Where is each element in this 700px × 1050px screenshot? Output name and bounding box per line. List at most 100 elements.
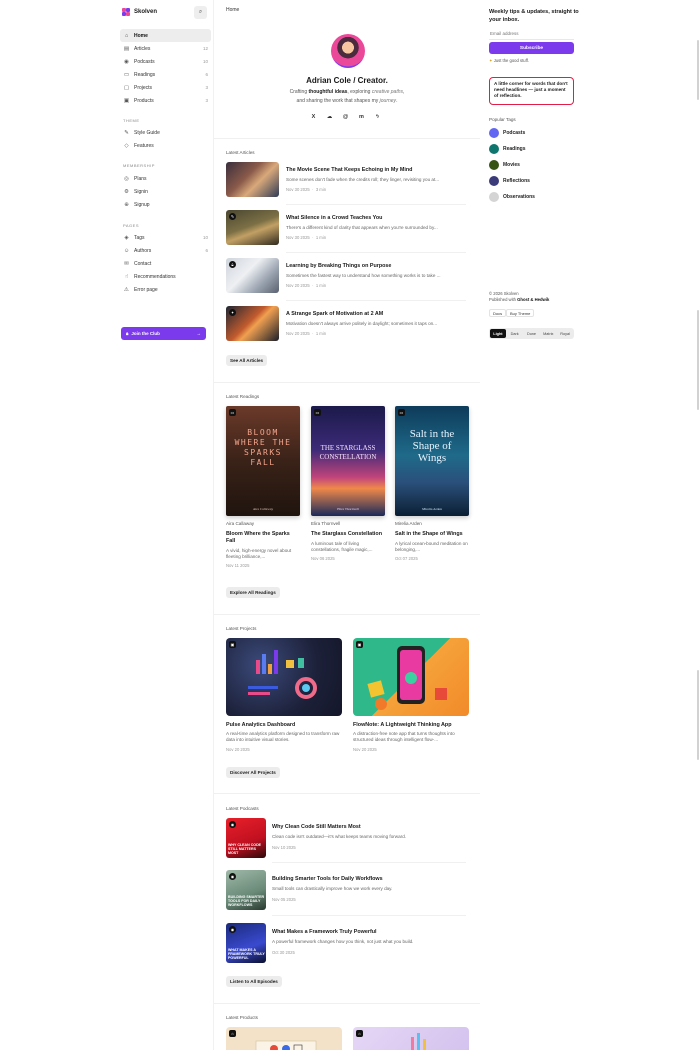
mastodon-icon[interactable]: m bbox=[358, 113, 365, 120]
reading-date: Nov 11 2025 bbox=[226, 563, 250, 568]
article-item[interactable]: ✦ A Strange Spark of Motivation at 2 AM … bbox=[226, 306, 466, 344]
listen-all-episodes-button[interactable]: Listen to All Episodes bbox=[226, 976, 282, 987]
breadcrumb[interactable]: Home bbox=[226, 7, 239, 13]
see-all-articles-button[interactable]: See All Articles bbox=[226, 355, 268, 366]
scrollbar-thumb[interactable] bbox=[697, 310, 699, 410]
sidebar-item-label: Podcasts bbox=[134, 58, 155, 65]
explore-readings-button[interactable]: Explore All Readings bbox=[226, 587, 280, 598]
hero-tagline-2: and sharing the work that shapes my jour… bbox=[296, 98, 398, 104]
signin-icon: ⚙ bbox=[124, 188, 129, 195]
tag-link[interactable]: Podcasts bbox=[489, 128, 525, 138]
theme-option-matrix[interactable]: Matrix bbox=[540, 329, 556, 338]
microphone-icon: ◉ bbox=[124, 58, 129, 65]
divider bbox=[214, 793, 480, 794]
article-excerpt: Sometimes the fastest way to understand … bbox=[286, 273, 441, 278]
article-title: The Movie Scene That Keeps Echoing in My… bbox=[286, 167, 413, 173]
buy-theme-link[interactable]: Buy Theme bbox=[506, 309, 535, 317]
reading-card[interactable]: ▭ BLOOM WHERE THE SPARKS FALL Aira Calla… bbox=[226, 406, 300, 568]
sidebar-item-projects[interactable]: ▢ Projects 3 bbox=[120, 81, 211, 94]
scrollbar-thumb[interactable] bbox=[697, 40, 699, 100]
sparkle-icon: ✦ bbox=[229, 309, 236, 316]
brush-icon: ✎ bbox=[124, 129, 129, 136]
sidebar-item-tags[interactable]: ◈ Tags 10 bbox=[120, 231, 211, 244]
lock-icon: 🔒︎ bbox=[126, 331, 129, 336]
sidebar-item-label: Signin bbox=[134, 188, 148, 195]
sidebar-item-recommendations[interactable]: ☝ Recommendations bbox=[120, 270, 211, 283]
tag-link[interactable]: Movies bbox=[489, 160, 520, 170]
sidebar-item-signin[interactable]: ⚙ Signin bbox=[120, 185, 211, 198]
latest-articles-title: Latest Articles bbox=[226, 150, 255, 155]
tag-link[interactable]: Readings bbox=[489, 144, 526, 154]
sidebar-item-label: Features bbox=[134, 142, 154, 149]
right-rail: Weekly tips & updates, straight to your … bbox=[480, 0, 590, 1050]
sidebar-item-label: Contact bbox=[134, 260, 152, 267]
search-button[interactable]: ⌕ bbox=[194, 6, 207, 19]
reading-card[interactable]: ▭ THE STARGLASS CONSTELLATION Elira Thor… bbox=[311, 406, 385, 561]
sidebar-item-plans[interactable]: ◎ Plans bbox=[120, 172, 211, 185]
sidebar-item-authors[interactable]: ☺ Authors 6 bbox=[120, 244, 211, 257]
article-item[interactable]: 🔒︎ Learning by Breaking Things on Purpos… bbox=[226, 258, 466, 296]
sidebar-item-features[interactable]: ◇ Features bbox=[120, 139, 211, 152]
brand[interactable]: Skolven bbox=[122, 8, 157, 16]
reading-description: A lyrical ocean-bound meditation on belo… bbox=[395, 541, 468, 552]
theme-nav: ✎ Style Guide ◇ Features bbox=[120, 126, 211, 152]
book-icon: ▭ bbox=[314, 409, 321, 416]
sidebar-item-products[interactable]: ▣ Products 3 bbox=[120, 94, 211, 107]
reading-card[interactable]: ▭ Salt in the Shape of Wings Mirelia Ard… bbox=[395, 406, 469, 561]
podcast-thumbnail: ◉ WHAT MAKES A FRAMEWORK TRULY POWERFUL bbox=[226, 923, 266, 963]
sidebar-item-readings[interactable]: ▭ Readings 6 bbox=[120, 68, 211, 81]
subscribe-button[interactable]: Subscribe bbox=[489, 42, 574, 54]
article-title: What Silence in a Crowd Teaches You bbox=[286, 215, 383, 221]
join-club-button[interactable]: 🔒︎ Join the Club → bbox=[121, 327, 206, 340]
sidebar-item-error-page[interactable]: ⚠ Error page bbox=[120, 283, 211, 296]
theme-switcher: Light Dark Dune Matrix Royal bbox=[489, 328, 574, 339]
latest-projects-title: Latest Projects bbox=[226, 626, 257, 631]
theme-option-dune[interactable]: Dune bbox=[524, 329, 540, 338]
sidebar-item-signup[interactable]: ⊕ Signup bbox=[120, 198, 211, 211]
docs-link[interactable]: Docs bbox=[489, 309, 507, 317]
home-icon: ⌂ bbox=[124, 32, 129, 39]
lock-icon: 🔒︎ bbox=[229, 261, 236, 268]
microphone-icon: ◉ bbox=[229, 873, 236, 880]
article-item[interactable]: ✎ What Silence in a Crowd Teaches You Th… bbox=[226, 210, 466, 248]
book-cover: ▭ THE STARGLASS CONSTELLATION Elira Thor… bbox=[311, 406, 385, 516]
reading-author: Elira Thornvell bbox=[311, 521, 341, 526]
x-icon[interactable]: X bbox=[310, 113, 317, 120]
podcast-item[interactable]: ◉ WHAT MAKES A FRAMEWORK TRULY POWERFUL … bbox=[226, 923, 466, 963]
product-illustration bbox=[411, 1033, 426, 1050]
tag-link[interactable]: Observations bbox=[489, 192, 535, 202]
tag-link[interactable]: Reflections bbox=[489, 176, 530, 186]
project-image: ▣ bbox=[353, 638, 469, 716]
scrollbar-thumb[interactable] bbox=[697, 670, 699, 760]
product-card[interactable]: ⌂ bbox=[226, 1027, 342, 1050]
mail-icon: ✉ bbox=[124, 260, 129, 267]
latest-products-title: Latest Products bbox=[226, 1015, 258, 1020]
sidebar-item-articles[interactable]: ▤ Articles 12 bbox=[120, 42, 211, 55]
reading-author: Aira Callaway bbox=[226, 521, 255, 526]
podcast-item[interactable]: ◉ WHY CLEAN CODE STILL MATTERS MOST Why … bbox=[226, 818, 466, 858]
article-item[interactable]: The Movie Scene That Keeps Echoing in My… bbox=[226, 162, 466, 200]
article-thumbnail bbox=[226, 162, 279, 197]
email-field[interactable] bbox=[489, 28, 574, 39]
theme-option-light[interactable]: Light bbox=[490, 329, 506, 338]
threads-icon[interactable]: @ bbox=[342, 113, 349, 120]
sidebar-item-style-guide[interactable]: ✎ Style Guide bbox=[120, 126, 211, 139]
sidebar-item-home[interactable]: ⌂ Home bbox=[120, 29, 211, 42]
theme-option-dark[interactable]: Dark bbox=[507, 329, 523, 338]
sidebar-item-contact[interactable]: ✉ Contact bbox=[120, 257, 211, 270]
theme-option-royal[interactable]: Royal bbox=[557, 329, 573, 338]
project-card[interactable]: ▣ FlowNote: A Lightweight Thinking App A… bbox=[353, 638, 469, 752]
book-cover-title: THE STARGLASS CONSTELLATION bbox=[319, 444, 377, 461]
project-card[interactable]: ▣ Pulse Analytics Dashboard A real-time … bbox=[226, 638, 342, 752]
bolt-icon[interactable]: ϟ bbox=[374, 113, 381, 120]
podcast-item[interactable]: ◉ BUILDING SMARTER TOOLS FOR DAILY WORKF… bbox=[226, 870, 466, 910]
bluesky-icon[interactable]: ☁ bbox=[326, 113, 333, 120]
discover-projects-button[interactable]: Discover All Projects bbox=[226, 767, 280, 778]
sidebar-item-count: 10 bbox=[202, 235, 208, 240]
article-thumbnail: ✎ bbox=[226, 210, 279, 245]
article-excerpt: Motivation doesn't always arrive politel… bbox=[286, 321, 438, 326]
book-icon: ▭ bbox=[398, 409, 405, 416]
article-thumbnail: ✦ bbox=[226, 306, 279, 341]
sidebar-item-podcasts[interactable]: ◉ Podcasts 10 bbox=[120, 55, 211, 68]
product-card[interactable]: ⌂ bbox=[353, 1027, 469, 1050]
